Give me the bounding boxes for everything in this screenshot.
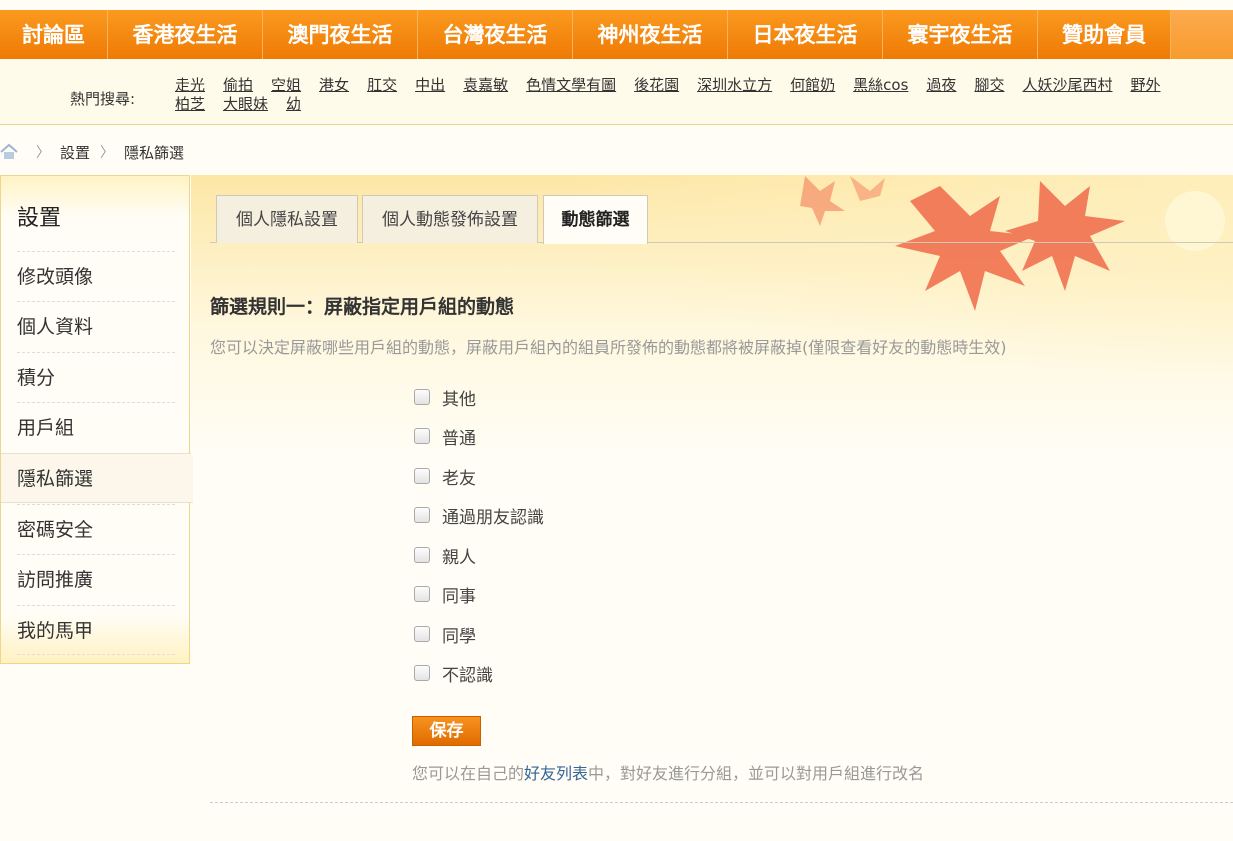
home-icon[interactable] — [0, 143, 18, 161]
settings-tabs: 個人隱私設置 個人動態發佈設置 動態篩選 — [210, 195, 1233, 244]
sidebar-item-avatar[interactable]: 修改頭像 — [17, 251, 175, 301]
divider — [210, 802, 1233, 803]
hot-search-link[interactable]: 過夜 — [926, 76, 956, 95]
breadcrumb: 〉 設置 〉 隱私篩選 — [0, 139, 184, 165]
hot-search-link[interactable]: 港女 — [319, 76, 349, 95]
hot-search-link[interactable]: 幼 — [286, 95, 301, 114]
nav-item-hongkong[interactable]: 香港夜生活 — [108, 10, 263, 59]
hot-search-link[interactable]: 野外 — [1130, 76, 1160, 95]
hot-search-label: 熱門搜尋: — [70, 90, 136, 108]
nav-item-taiwan[interactable]: 台灣夜生活 — [418, 10, 573, 59]
sidebar-title: 設置 — [17, 206, 62, 231]
hot-search-link[interactable]: 空姐 — [271, 76, 301, 95]
checkbox[interactable] — [414, 547, 430, 563]
nav-item-macau[interactable]: 澳門夜生活 — [263, 10, 418, 59]
hot-search-link[interactable]: 中出 — [415, 76, 445, 95]
nav-item-china[interactable]: 神州夜生活 — [573, 10, 728, 59]
breadcrumb-settings[interactable]: 設置 — [60, 142, 90, 163]
sidebar-item-profile[interactable]: 個人資料 — [17, 301, 175, 351]
rule-title: 篩選規則一：屏蔽指定用戶組的動態 — [210, 296, 515, 318]
checkbox[interactable] — [414, 586, 430, 602]
breadcrumb-separator: 〉 — [36, 145, 50, 161]
breadcrumb-separator: 〉 — [100, 145, 115, 161]
group-option-colleague[interactable]: 同事 — [414, 582, 476, 607]
settings-sidebar: 設置 修改頭像 個人資料 積分 用戶組 隱私篩選 密碼安全 訪問推廣 我的馬甲 — [0, 175, 193, 664]
hot-search-link[interactable]: 色情文學有圖 — [526, 76, 616, 95]
hot-search-link[interactable]: 沙尾西村 — [1052, 76, 1112, 95]
hot-search-link[interactable]: 偷拍 — [223, 76, 253, 95]
group-option-label: 其他 — [442, 389, 476, 410]
group-option-stranger[interactable]: 不認識 — [414, 661, 493, 686]
nav-item-global[interactable]: 寰宇夜生活 — [883, 10, 1038, 59]
group-option-label: 普通 — [442, 428, 476, 449]
group-option-old-friend[interactable]: 老友 — [414, 464, 476, 489]
hot-search-link[interactable]: 黑絲cos — [853, 76, 908, 95]
hot-search-link[interactable]: 柏芝 — [175, 95, 205, 114]
tab-personal-privacy[interactable]: 個人隱私設置 — [216, 195, 358, 243]
hot-search-link[interactable]: 袁嘉敏 — [463, 76, 508, 95]
hot-search-link[interactable]: 何館奶 — [790, 76, 835, 95]
hint-text-before: 您可以在自己的 — [412, 764, 525, 783]
checkbox[interactable] — [414, 665, 430, 681]
group-option-label: 不認識 — [442, 665, 493, 686]
save-button[interactable]: 保存 — [412, 716, 481, 746]
hint-text-after: 中，對好友進行分組，並可以對用戶組進行改名 — [588, 764, 925, 783]
hot-search-link[interactable]: 腳交 — [974, 76, 1004, 95]
checkbox[interactable] — [414, 626, 430, 642]
hot-search-link[interactable]: 深圳水立方 — [697, 76, 772, 95]
group-option-label: 同事 — [442, 586, 476, 607]
group-option-label: 同學 — [442, 626, 476, 647]
hot-search-link[interactable]: 後花園 — [634, 76, 679, 95]
sidebar-item-sockpuppet[interactable]: 我的馬甲 — [17, 605, 175, 655]
nav-item-sponsor[interactable]: 贊助會員 — [1038, 10, 1171, 59]
tab-feed-publish[interactable]: 個人動態發佈設置 — [362, 195, 538, 243]
checkbox[interactable] — [414, 428, 430, 444]
group-option-label: 通過朋友認識 — [442, 507, 544, 528]
sidebar-item-promotion[interactable]: 訪問推廣 — [17, 554, 175, 604]
nav-item-japan[interactable]: 日本夜生活 — [728, 10, 883, 59]
checkbox[interactable] — [414, 468, 430, 484]
nav-filler — [1171, 10, 1233, 59]
nav-item-forum[interactable]: 討論區 — [0, 10, 108, 59]
group-option-other[interactable]: 其他 — [414, 385, 476, 410]
sidebar-item-usergroup[interactable]: 用戶組 — [17, 402, 175, 452]
sidebar-item-password[interactable]: 密碼安全 — [17, 504, 175, 554]
group-option-family[interactable]: 親人 — [414, 543, 476, 568]
sidebar-item-credits[interactable]: 積分 — [17, 352, 175, 402]
hot-search-link[interactable]: 肛交 — [367, 76, 397, 95]
hot-search-link[interactable]: 人妖 — [1022, 76, 1052, 95]
breadcrumb-privacy-filter[interactable]: 隱私篩選 — [124, 142, 184, 163]
group-option-via-friend[interactable]: 通過朋友認識 — [414, 503, 544, 528]
group-hint: 您可以在自己的好友列表中，對好友進行分組，並可以對用戶組進行改名 — [412, 760, 924, 784]
hot-search-bar: 熱門搜尋: 走光 偷拍 空姐 港女 肛交 中出 袁嘉敏 色情文學有圖 後花園 深圳水立方 何館奶 黑絲… — [0, 59, 1233, 125]
hot-search-link[interactable]: 大眼妹 — [223, 95, 268, 114]
sidebar-item-privacy-filter[interactable]: 隱私篩選 — [1, 453, 193, 503]
hot-search-links: 走光 偷拍 空姐 港女 肛交 中出 袁嘉敏 色情文學有圖 後花園 深圳水立方 何館奶 黑絲cos 過夜腳… — [175, 76, 1225, 114]
friend-list-link[interactable]: 好友列表 — [524, 764, 588, 783]
group-option-normal[interactable]: 普通 — [414, 424, 476, 449]
group-option-label: 老友 — [442, 468, 476, 489]
hot-search-link[interactable]: 走光 — [175, 76, 205, 95]
checkbox[interactable] — [414, 507, 430, 523]
checkbox[interactable] — [414, 389, 430, 405]
group-option-classmate[interactable]: 同學 — [414, 622, 476, 647]
tab-feed-filter[interactable]: 動態篩選 — [543, 195, 648, 244]
group-option-label: 親人 — [442, 547, 476, 568]
top-nav: 討論區 香港夜生活 澳門夜生活 台灣夜生活 神州夜生活 日本夜生活 寰宇夜生活 … — [0, 10, 1233, 59]
rule-description: 您可以決定屏蔽哪些用戶組的動態，屏蔽用戶組內的組員所發佈的動態都將被屏蔽掉(僅限… — [210, 338, 1007, 357]
